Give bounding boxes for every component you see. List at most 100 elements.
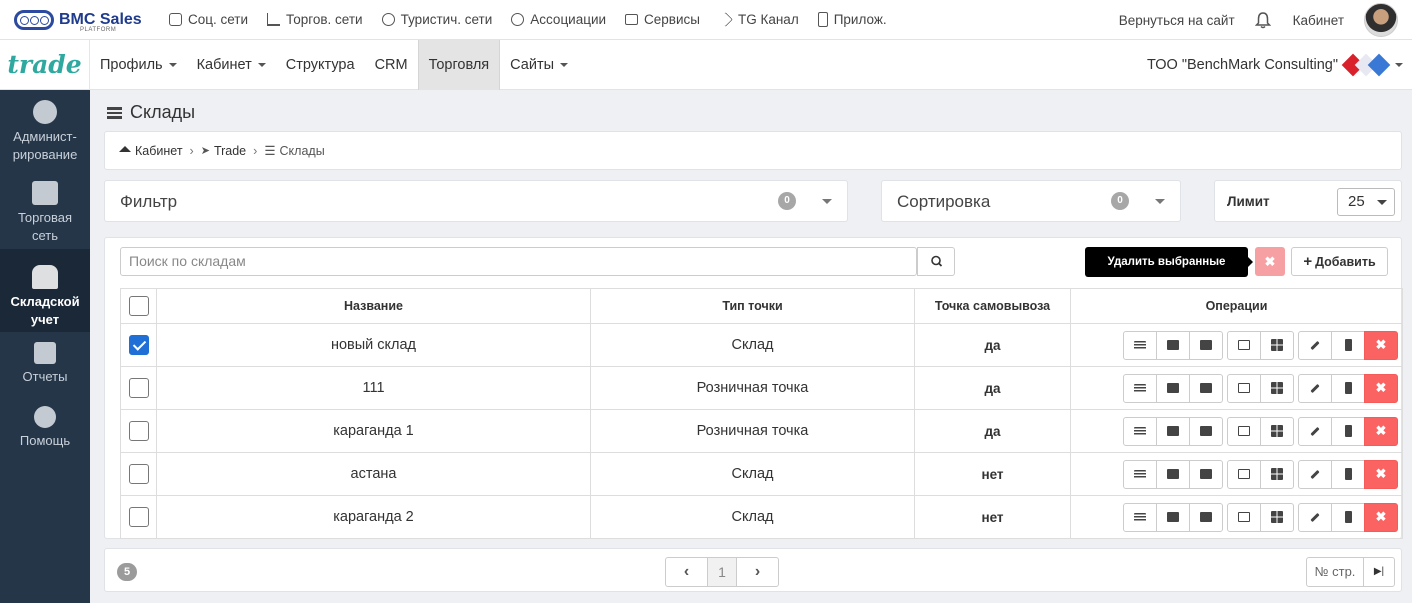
top-link-social[interactable]: Соц. сети xyxy=(169,12,248,27)
incoming-button[interactable] xyxy=(1156,502,1190,532)
table-row[interactable]: 111 Розничная точка да ✖ xyxy=(120,366,1403,410)
last-page-button[interactable]: ▶| xyxy=(1363,557,1395,587)
delete-button[interactable]: ✖ xyxy=(1364,502,1398,532)
incoming-button[interactable] xyxy=(1156,416,1190,446)
images-button[interactable] xyxy=(1227,416,1261,446)
incoming-button[interactable] xyxy=(1156,373,1190,403)
next-page-button[interactable]: › xyxy=(736,557,779,587)
row-checkbox[interactable] xyxy=(128,464,149,484)
search-input[interactable]: Поиск по складам xyxy=(120,247,917,276)
row-checkbox[interactable] xyxy=(128,335,149,355)
barcode-button[interactable] xyxy=(1331,416,1365,446)
images-button[interactable] xyxy=(1227,502,1261,532)
delete-button[interactable]: ✖ xyxy=(1364,373,1398,403)
table-row[interactable]: караганда 1 Розничная точка да ✖ xyxy=(120,409,1403,453)
sidebar-item-reports[interactable]: Отчеты xyxy=(0,332,90,396)
row-checkbox[interactable] xyxy=(128,507,149,527)
cell-name: новый склад xyxy=(156,323,591,367)
barcode-button[interactable] xyxy=(1331,459,1365,489)
details-button[interactable] xyxy=(1123,416,1157,446)
nav-crm[interactable]: CRM xyxy=(365,40,418,90)
cabinet-link[interactable]: Кабинет xyxy=(1293,13,1344,28)
images-button[interactable] xyxy=(1227,330,1261,360)
sidebar-item-help[interactable]: Помощь xyxy=(0,396,90,460)
nav-trade[interactable]: Торговля xyxy=(417,39,501,90)
incoming-button[interactable] xyxy=(1156,330,1190,360)
top-link-services[interactable]: Сервисы xyxy=(625,12,700,27)
company-switcher[interactable]: ТОО "BenchMark Consulting" xyxy=(1147,40,1412,90)
outgoing-button[interactable] xyxy=(1189,416,1223,446)
table-row[interactable]: астана Склад нет ✖ xyxy=(120,452,1403,496)
top-link-apps[interactable]: Прилож. xyxy=(817,12,887,27)
sidebar-item-warehouse[interactable]: Складской учет xyxy=(0,249,90,332)
select-all-checkbox[interactable] xyxy=(128,296,149,316)
incoming-button[interactable] xyxy=(1156,459,1190,489)
breadcrumb-cabinet[interactable]: Кабинет xyxy=(135,144,183,158)
breadcrumb-trade[interactable]: Trade xyxy=(214,144,246,158)
row-checkbox[interactable] xyxy=(128,421,149,441)
categories-button[interactable] xyxy=(1260,416,1294,446)
limit-select[interactable]: 25 xyxy=(1337,188,1395,216)
edit-button[interactable] xyxy=(1298,373,1332,403)
table-row[interactable]: новый склад Склад да ✖ xyxy=(120,323,1403,367)
nav-label: CRM xyxy=(374,56,408,73)
outgoing-button[interactable] xyxy=(1189,373,1223,403)
categories-button[interactable] xyxy=(1260,373,1294,403)
nav-sites[interactable]: Сайты xyxy=(500,40,578,90)
details-button[interactable] xyxy=(1123,330,1157,360)
edit-button[interactable] xyxy=(1298,330,1332,360)
table-row[interactable]: караганда 2 Склад нет ✖ xyxy=(120,495,1403,539)
nav-cabinet[interactable]: Кабинет xyxy=(187,40,276,90)
delete-button[interactable]: ✖ xyxy=(1364,330,1398,360)
back-to-site-link[interactable]: Вернуться на сайт xyxy=(1119,13,1235,28)
delete-selected-button[interactable]: ✖ xyxy=(1255,247,1285,276)
avatar[interactable] xyxy=(1364,3,1398,37)
trade-brand[interactable]: trade xyxy=(0,39,90,90)
top-link-trade-networks[interactable]: Торгов. сети xyxy=(267,12,363,27)
add-warehouse-button[interactable]: + Добавить xyxy=(1291,247,1388,276)
sidebar-item-trade-network[interactable]: Торговая сеть xyxy=(0,163,90,249)
barcode-button[interactable] xyxy=(1331,373,1365,403)
outgoing-button[interactable] xyxy=(1189,330,1223,360)
truck-icon xyxy=(1200,469,1212,479)
images-button[interactable] xyxy=(1227,459,1261,489)
top-link-associations[interactable]: Ассоциации xyxy=(511,12,606,27)
categories-button[interactable] xyxy=(1260,502,1294,532)
main-navbar: trade Профиль Кабинет Структура CRM Торг… xyxy=(0,39,1412,90)
top-link-tg-channel[interactable]: TG Канал xyxy=(718,12,799,27)
delete-button[interactable]: ✖ xyxy=(1364,416,1398,446)
filter-panel[interactable]: Фильтр 0 xyxy=(104,180,848,222)
nav-profile[interactable]: Профиль xyxy=(90,40,187,90)
sort-panel[interactable]: Сортировка 0 xyxy=(881,180,1181,222)
bell-icon[interactable] xyxy=(1254,11,1271,29)
page-number-input[interactable]: № стр. xyxy=(1306,557,1364,587)
search-button[interactable] xyxy=(917,247,955,276)
edit-button[interactable] xyxy=(1298,502,1332,532)
sidebar-item-administration[interactable]: Админист-рирование xyxy=(0,90,90,163)
top-link-tourism[interactable]: Туристич. сети xyxy=(381,12,492,27)
categories-button[interactable] xyxy=(1260,459,1294,489)
delete-button[interactable]: ✖ xyxy=(1364,459,1398,489)
top-link-label: Сервисы xyxy=(644,12,700,27)
barcode-button[interactable] xyxy=(1331,330,1365,360)
nav-structure[interactable]: Структура xyxy=(276,40,365,90)
details-button[interactable] xyxy=(1123,502,1157,532)
outgoing-button[interactable] xyxy=(1189,502,1223,532)
details-button[interactable] xyxy=(1123,373,1157,403)
col-pickup[interactable]: Точка самовывоза xyxy=(914,288,1071,324)
bmc-logo[interactable]: BMC Sales PLATFORM xyxy=(14,0,164,40)
barcode-button[interactable] xyxy=(1331,502,1365,532)
prev-page-button[interactable]: ‹ xyxy=(665,557,708,587)
col-name[interactable]: Название xyxy=(156,288,591,324)
categories-button[interactable] xyxy=(1260,330,1294,360)
edit-button[interactable] xyxy=(1298,459,1332,489)
col-type[interactable]: Тип точки xyxy=(590,288,915,324)
images-button[interactable] xyxy=(1227,373,1261,403)
details-button[interactable] xyxy=(1123,459,1157,489)
row-checkbox[interactable] xyxy=(128,378,149,398)
current-page[interactable]: 1 xyxy=(707,557,737,587)
cell-pickup: нет xyxy=(914,452,1071,496)
edit-button[interactable] xyxy=(1298,416,1332,446)
caret-down-icon xyxy=(1395,63,1403,67)
outgoing-button[interactable] xyxy=(1189,459,1223,489)
